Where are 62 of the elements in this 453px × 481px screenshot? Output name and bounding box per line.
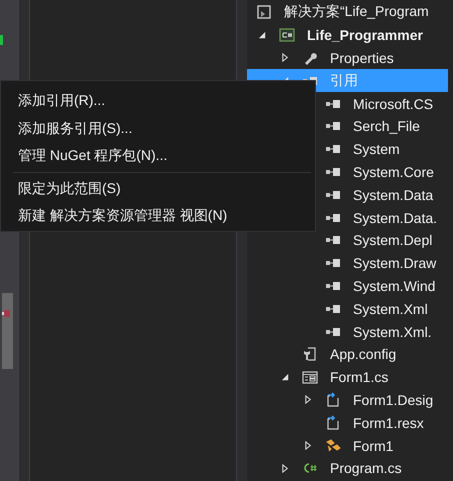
- item-label: App.config: [330, 346, 396, 362]
- tree-item[interactable]: System.Wind: [247, 274, 448, 298]
- tree-item[interactable]: Form1.resx: [247, 411, 448, 434]
- item-label: System.Xml.: [353, 324, 432, 340]
- tree-item[interactable]: Program.cs: [247, 456, 448, 480]
- tree-item[interactable]: Serch_File: [247, 114, 448, 138]
- csharp-project-icon: [279, 27, 295, 44]
- item-label: Life_Programmer: [307, 27, 423, 44]
- item-label: System.Data: [353, 186, 434, 203]
- item-label: System.Data.: [353, 210, 438, 226]
- tree-item[interactable]: System.Core: [247, 160, 448, 184]
- item-label: System.Wind: [353, 278, 436, 294]
- tree-item[interactable]: Microsoft.CS: [247, 92, 448, 115]
- expand-arrow-icon[interactable]: [281, 464, 290, 473]
- collapse-arrow-icon[interactable]: [281, 372, 290, 382]
- item-label: Form1.resx: [353, 414, 424, 431]
- expand-arrow-icon[interactable]: [304, 395, 313, 404]
- tree-item[interactable]: System.Data: [247, 183, 448, 206]
- change-marker: [0, 35, 3, 45]
- item-label: Form1.Desig: [353, 392, 434, 408]
- item-label: System.Draw: [353, 255, 436, 272]
- item-label: Serch_File: [353, 118, 420, 134]
- code-file-icon: [325, 392, 341, 408]
- code-file-icon: [325, 414, 341, 431]
- item-label: Form1: [353, 438, 394, 454]
- item-label: Program.cs: [330, 460, 402, 476]
- item-label: Properties: [330, 50, 394, 66]
- item-label: 解决方案“Life_Program: [284, 3, 429, 22]
- tree-item[interactable]: Form1.cs: [247, 366, 448, 389]
- tree-item[interactable]: System.Xml: [247, 297, 448, 320]
- menu-item[interactable]: 限定为此范围(S): [1, 174, 121, 202]
- menu-item[interactable]: 新建 解决方案资源管理器 视图(N): [1, 202, 228, 230]
- item-label: Microsoft.CS: [353, 96, 434, 112]
- expand-arrow-icon[interactable]: [281, 53, 290, 62]
- expand-arrow-icon[interactable]: [304, 441, 313, 450]
- tree-item[interactable]: Properties: [247, 46, 448, 70]
- item-label: System.Xml: [353, 300, 428, 317]
- tree-item[interactable]: System.Depl: [247, 228, 448, 252]
- tree-item[interactable]: System.Data.: [247, 206, 448, 229]
- menu-item[interactable]: 添加引用(R)...: [1, 87, 106, 114]
- class-icon: [325, 438, 341, 454]
- tree-item[interactable]: App.config: [247, 342, 448, 366]
- tree-item[interactable]: System.Xml.: [247, 320, 448, 343]
- collapse-arrow-icon[interactable]: [258, 30, 267, 40]
- scrollbar-thumb[interactable]: [2, 293, 13, 369]
- item-label: System.Core: [353, 164, 434, 180]
- solution-icon: [256, 4, 272, 20]
- menu-item[interactable]: 管理 NuGet 程序包(N)...: [1, 142, 168, 170]
- menu-item[interactable]: 添加服务引用(S)...: [1, 114, 132, 142]
- config-file-icon: [302, 346, 318, 362]
- form-icon: [302, 369, 318, 386]
- item-label: System: [353, 141, 400, 158]
- tree-item[interactable]: 解决方案“Life_Program: [247, 1, 448, 24]
- item-label: 引用: [330, 72, 358, 90]
- item-label: System.Depl: [353, 232, 432, 248]
- tree-item[interactable]: Form1: [247, 434, 448, 457]
- caret-marker: [4, 310, 10, 317]
- tree-item[interactable]: System.Draw: [247, 252, 448, 275]
- tree-item[interactable]: Life_Programmer: [247, 24, 448, 47]
- tree-item[interactable]: Form1.Desig: [247, 388, 448, 412]
- tree-item[interactable]: System: [247, 138, 448, 161]
- item-label: Form1.cs: [330, 369, 388, 386]
